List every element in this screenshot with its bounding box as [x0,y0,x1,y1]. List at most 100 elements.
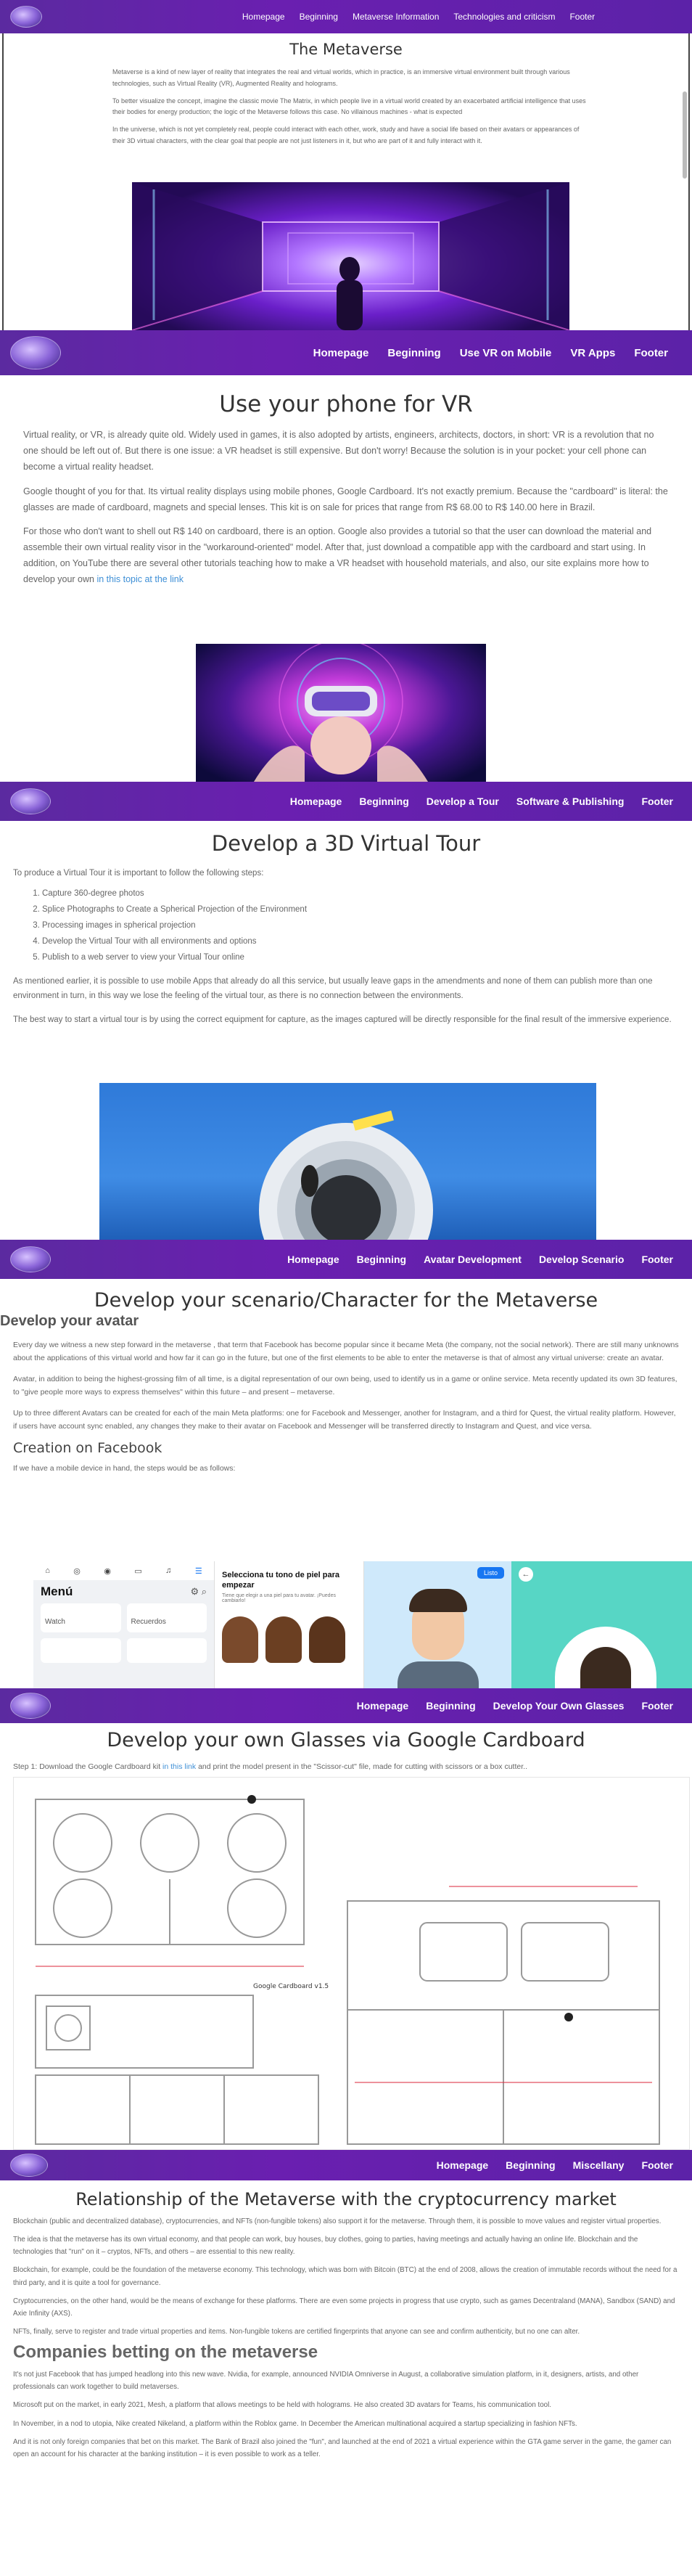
skin-subtitle: Tiene que elegir a una piel para tu avat… [222,1592,336,1603]
creation-heading: Creation on Facebook [13,1440,162,1457]
site-logo[interactable] [10,1693,51,1719]
vr-headset-illustration [254,644,428,782]
nav-footer[interactable]: Footer [569,12,595,22]
paragraph: Microsoft put on the market, in early 20… [13,2401,552,2410]
nav-develop-tour[interactable]: Develop a Tour [427,796,499,807]
navbar: Homepage Beginning Develop Your Own Glas… [0,1688,692,1723]
nav-homepage[interactable]: Homepage [290,796,342,807]
nav-avatar-development[interactable]: Avatar Development [424,1254,522,1265]
section-title: Develop your scenario/Character for the … [94,1289,598,1312]
section-crypto: Homepage Beginning Miscellany Footer Rel… [0,2150,692,2576]
nav-footer[interactable]: Footer [641,796,673,807]
paragraph: To produce a Virtual Tour it is importan… [13,869,264,878]
nav-beginning[interactable]: Beginning [357,1254,406,1265]
nav-miscellany[interactable]: Miscellany [573,2159,625,2171]
site-logo[interactable] [10,2154,48,2177]
download-link[interactable]: in this link [162,1762,196,1771]
skin-tone-screen: Selecciona tu tono de piel para empezar … [215,1561,364,1688]
menu-tile-memories[interactable]: Recuerdos [126,1603,207,1632]
cardboard-template-image: Google Cardboard v1.5 [13,1777,690,2150]
nav-homepage[interactable]: Homepage [242,12,285,22]
friends-icon[interactable]: ◎ [73,1566,81,1576]
vr-headset-image [196,644,486,782]
nav-beginning[interactable]: Beginning [506,2159,555,2171]
home-icon[interactable]: ⌂ [45,1566,50,1575]
bell-icon[interactable]: ♫ [165,1566,171,1575]
navbar: Homepage Beginning Avatar Development De… [0,1240,692,1279]
nav-beginning[interactable]: Beginning [300,12,338,22]
nav-vr-apps[interactable]: VR Apps [570,347,615,359]
section-title: Relationship of the Metaverse with the c… [75,2189,617,2209]
topic-link[interactable]: in this topic at the link [96,574,184,584]
done-button[interactable]: Listo [477,1567,504,1579]
store-icon[interactable]: ▭ [134,1566,141,1576]
nav-footer[interactable]: Footer [634,347,668,359]
list-item: Processing images in spherical projectio… [42,918,679,934]
avatar-preview-screen: Listo [364,1561,511,1688]
paragraph: It's not just Facebook that has jumped h… [13,2371,639,2392]
gear-icon[interactable]: ⚙ ⌕ [190,1586,207,1598]
menu-icon[interactable]: ☰ [195,1566,202,1576]
section-cardboard: Homepage Beginning Develop Your Own Glas… [0,1688,692,2150]
groups-icon[interactable]: ◉ [104,1566,111,1576]
list-item: Splice Photographs to Create a Spherical… [42,902,679,918]
site-logo[interactable] [10,336,61,369]
site-logo[interactable] [10,1246,51,1272]
skin-tone-option[interactable] [222,1616,258,1663]
section-subtitle: Develop your avatar [0,1313,139,1329]
nav-develop-glasses[interactable]: Develop Your Own Glasses [493,1700,625,1712]
section-use-phone-vr: Homepage Beginning Use VR on Mobile VR A… [0,330,692,782]
nav-homepage[interactable]: Homepage [287,1254,339,1265]
paragraph: In the universe, which is not yet comple… [112,126,580,144]
nav-homepage[interactable]: Homepage [437,2159,489,2171]
template-label: Google Cardboard v1.5 [253,1983,329,1990]
nav-software-publishing[interactable]: Software & Publishing [516,796,625,807]
section-title: Develop a 3D Virtual Tour [211,831,481,856]
nav-beginning[interactable]: Beginning [387,347,440,359]
paragraph: Virtual reality, or VR, is already quite… [23,430,654,472]
paragraph: Up to three different Avatars can be cre… [13,1408,676,1431]
nav-footer[interactable]: Footer [641,1700,673,1712]
nav-footer[interactable]: Footer [641,2159,673,2171]
site-logo[interactable] [10,6,42,28]
section-title: Use your phone for VR [219,391,473,417]
menu-title: Menú [41,1585,73,1598]
back-icon[interactable]: ← [519,1567,533,1582]
paragraph: If we have a mobile device in hand, the … [13,1464,236,1473]
paragraph: Cryptocurrencies, on the other hand, wou… [13,2297,675,2318]
paragraph: Step 1: Download the Google Cardboard ki… [13,1762,527,1771]
nav-metaverse-information[interactable]: Metaverse Information [353,12,439,22]
nav-use-vr-mobile[interactable]: Use VR on Mobile [460,347,552,359]
navbar: Homepage Beginning Miscellany Footer [0,2150,692,2180]
scrollbar[interactable] [683,91,687,179]
paragraph: And it is not only foreign companies tha… [13,2437,672,2458]
companies-heading: Companies betting on the metaverse [13,2342,318,2363]
paragraph: To better visualize the concept, imagine… [112,97,586,116]
skin-tone-option[interactable] [309,1616,345,1663]
tiny-planet-illustration [259,1110,433,1240]
steps-list: Capture 360-degree photos Splice Photogr… [42,886,679,965]
nav-technologies-criticism[interactable]: Technologies and criticism [453,12,555,22]
section-virtual-tour: Homepage Beginning Develop a Tour Softwa… [0,782,692,1240]
nav-beginning[interactable]: Beginning [426,1700,475,1712]
nav-beginning[interactable]: Beginning [359,796,408,807]
panorama-image [99,1083,596,1240]
nav-footer[interactable]: Footer [641,1254,673,1265]
nav-homepage[interactable]: Homepage [313,347,369,359]
paragraph: In November, in a nod to utopia, Nike cr… [13,2419,577,2428]
section-title: Develop your own Glasses via Google Card… [107,1729,585,1751]
nav-develop-scenario[interactable]: Develop Scenario [539,1254,625,1265]
corridor-illustration [132,182,569,330]
navbar: Homepage Beginning Metaverse Information… [0,0,692,33]
menu-tile-watch[interactable]: Watch [41,1603,121,1632]
paragraph: NFTs, finally, serve to register and tra… [13,2327,580,2336]
navbar: Homepage Beginning Use VR on Mobile VR A… [0,330,692,375]
skin-tone-option[interactable] [265,1616,302,1663]
paragraph: Blockchain (public and decentralized dat… [13,2217,662,2225]
avatar-edit-screen: ← [511,1561,692,1688]
section-metaverse: Homepage Beginning Metaverse Information… [0,0,692,330]
nav-homepage[interactable]: Homepage [357,1700,409,1712]
paragraph: Avatar, in addition to being the highest… [13,1374,677,1397]
paragraph: For those who don't want to shell out R$… [23,526,652,584]
site-logo[interactable] [10,788,51,814]
